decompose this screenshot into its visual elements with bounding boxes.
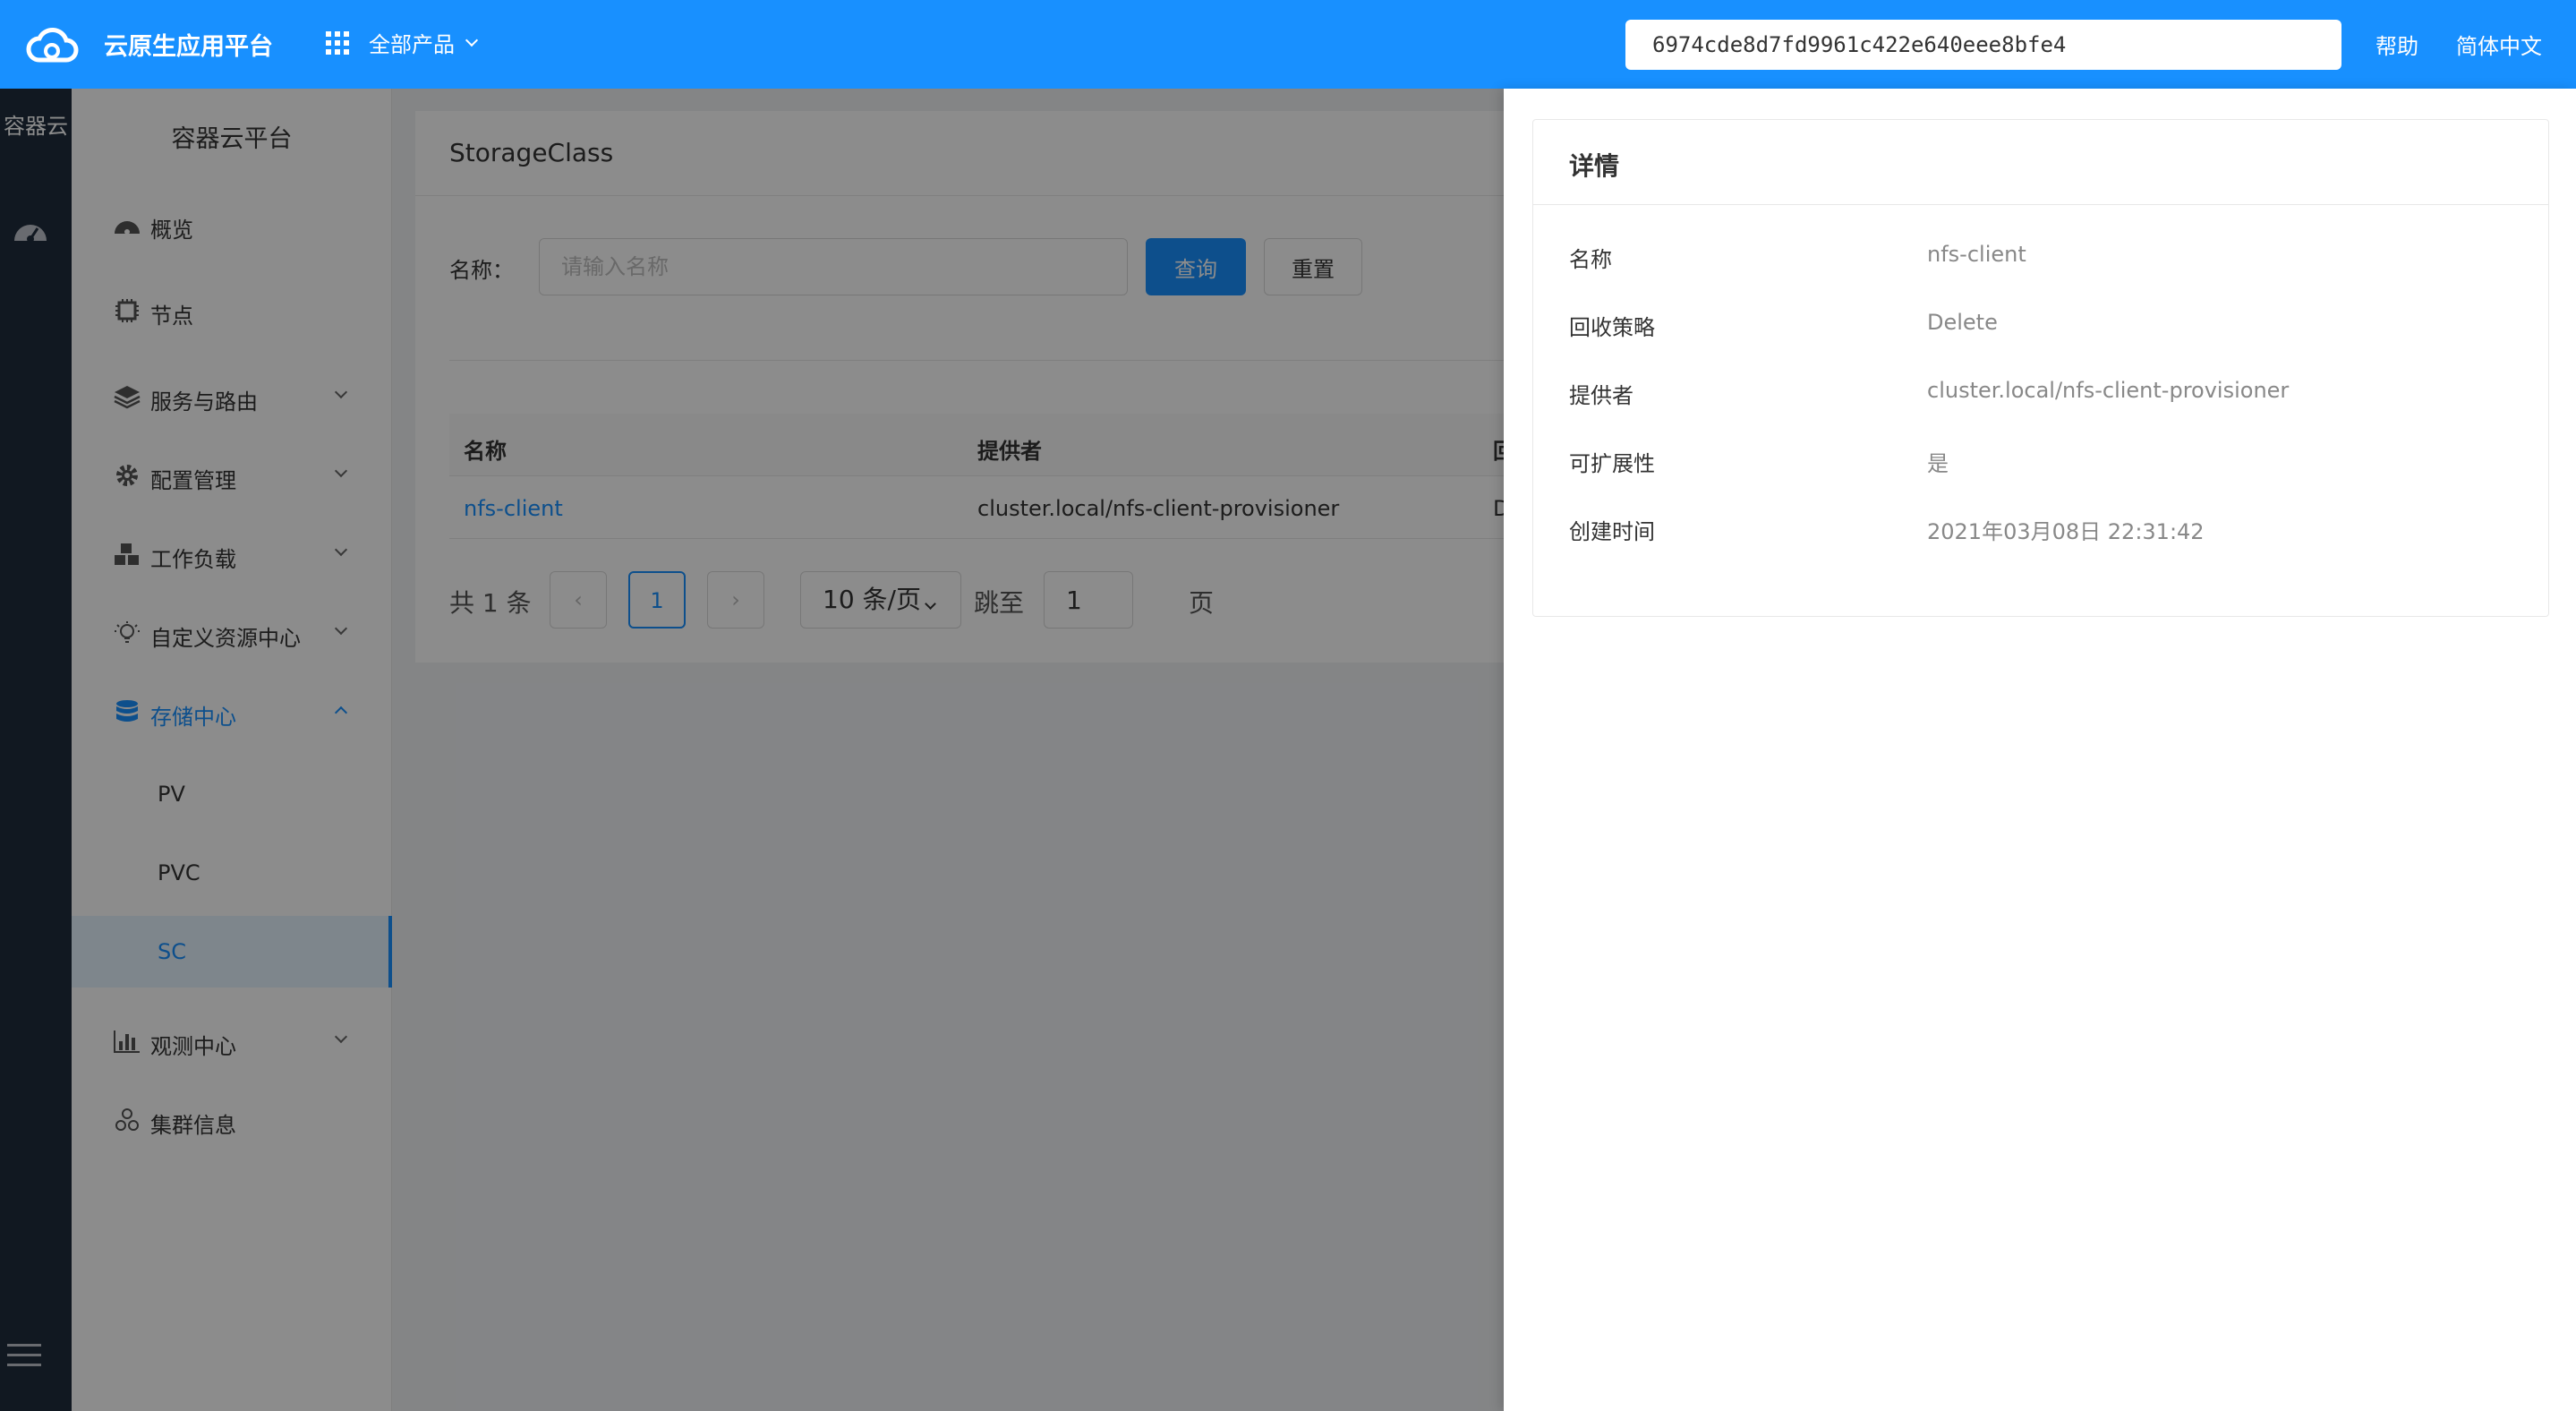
all-products-menu[interactable]: 全部产品 bbox=[326, 27, 479, 58]
detail-key: 提供者 bbox=[1569, 383, 1633, 408]
app-title: 云原生应用平台 bbox=[104, 33, 273, 61]
detail-value: cluster.local/nfs-client-provisioner bbox=[1927, 378, 2290, 403]
detail-key: 可扩展性 bbox=[1569, 451, 1655, 476]
language-switch[interactable]: 简体中文 bbox=[2456, 29, 2542, 60]
detail-card: 详情 名称 nfs-client 回收策略 Delete 提供者 cluster… bbox=[1532, 119, 2549, 617]
detail-value: 是 bbox=[1927, 451, 1949, 476]
detail-row-expandable: 可扩展性 是 bbox=[1569, 446, 2518, 482]
detail-row-reclaim-policy: 回收策略 Delete bbox=[1569, 310, 2518, 346]
cloud-logo-icon[interactable] bbox=[25, 22, 79, 67]
detail-value: nfs-client bbox=[1927, 242, 2026, 267]
detail-key: 创建时间 bbox=[1569, 519, 1655, 544]
search-input[interactable] bbox=[1625, 20, 2341, 70]
detail-value: Delete bbox=[1927, 310, 1998, 335]
all-products-label: 全部产品 bbox=[369, 32, 455, 57]
detail-drawer: 详情 名称 nfs-client 回收策略 Delete 提供者 cluster… bbox=[1504, 89, 2576, 1411]
detail-row-created-at: 创建时间 2021年03月08日 22:31:42 bbox=[1569, 514, 2518, 550]
detail-title: 详情 bbox=[1569, 151, 1620, 181]
divider bbox=[1533, 204, 2548, 205]
help-link[interactable]: 帮助 bbox=[2376, 29, 2418, 60]
detail-row-name: 名称 nfs-client bbox=[1569, 242, 2518, 278]
chevron-down-icon bbox=[465, 33, 479, 47]
detail-row-provisioner: 提供者 cluster.local/nfs-client-provisioner bbox=[1569, 378, 2518, 414]
detail-value: 2021年03月08日 22:31:42 bbox=[1927, 519, 2205, 544]
detail-key: 回收策略 bbox=[1569, 315, 1655, 340]
detail-key: 名称 bbox=[1569, 247, 1612, 272]
top-bar: 云原生应用平台 全部产品 帮助 简体中文 bbox=[0, 0, 2576, 89]
drawer-mask[interactable] bbox=[0, 89, 1504, 1411]
grid-icon bbox=[326, 30, 349, 55]
